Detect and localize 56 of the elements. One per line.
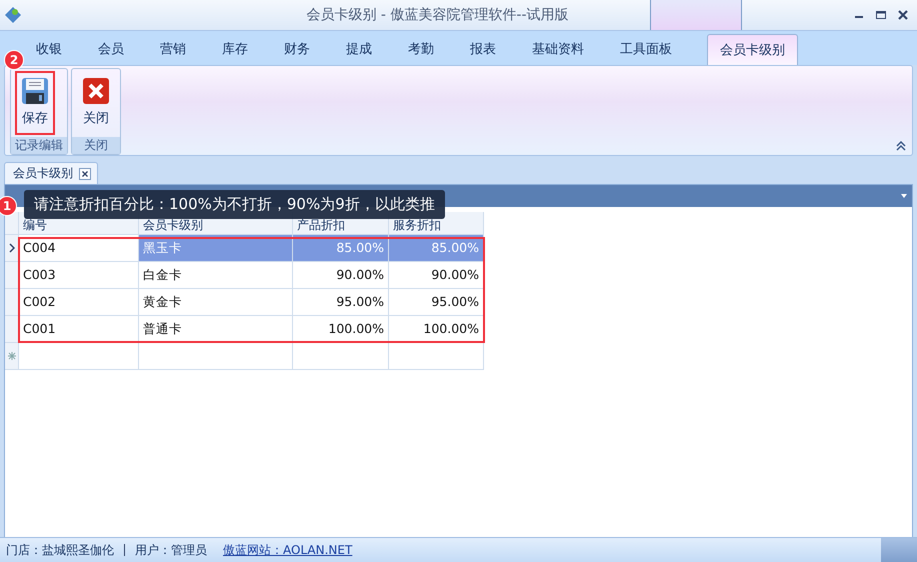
collapse-icon[interactable] xyxy=(896,141,906,151)
table-cell: C001 xyxy=(19,316,139,343)
table-cell: 90.00% xyxy=(293,262,389,289)
table-cell: 黑玉卡 xyxy=(139,235,293,262)
save-button[interactable]: 保存 xyxy=(15,71,55,135)
menu-tab[interactable]: 财务 xyxy=(266,31,328,65)
menu-tab[interactable]: 营销 xyxy=(142,31,204,65)
new-row-icon xyxy=(8,352,16,360)
table-cell: C003 xyxy=(19,262,139,289)
table-cell: 90.00% xyxy=(389,262,484,289)
table-cell: 95.00% xyxy=(389,289,484,316)
group-label: 记录编辑 xyxy=(11,137,67,154)
maximize-icon[interactable] xyxy=(875,9,887,21)
row-indicator[interactable] xyxy=(5,316,19,343)
window-title: 会员卡级别 - 傲蓝美容院管理软件--试用版 xyxy=(306,6,569,24)
table-cell: 100.00% xyxy=(389,316,484,343)
close-button[interactable]: 关闭 xyxy=(76,71,116,135)
table-cell: 白金卡 xyxy=(139,262,293,289)
close-icon xyxy=(82,77,110,105)
row-indicator[interactable] xyxy=(5,262,19,289)
empty-cell[interactable] xyxy=(293,343,389,370)
tooltip-text: 请注意折扣百分比：100%为不打折，90%为9折，以此类推 xyxy=(34,195,435,213)
store-label: 门店：盐城熙圣伽伦 xyxy=(6,542,114,558)
table-cell: 85.00% xyxy=(389,235,484,262)
menu-tab[interactable]: 库存 xyxy=(204,31,266,65)
menu-tab[interactable]: 报表 xyxy=(452,31,514,65)
empty-cell[interactable] xyxy=(389,343,484,370)
user-label: 用户：管理员 xyxy=(135,542,207,558)
annotation-marker: 1 xyxy=(0,196,17,216)
row-pointer-icon xyxy=(8,243,14,253)
menu-tab[interactable]: 考勤 xyxy=(390,31,452,65)
row-indicator[interactable] xyxy=(5,235,19,262)
menu-tab[interactable]: 工具面板 xyxy=(602,31,690,65)
table-cell: 黄金卡 xyxy=(139,289,293,316)
table-cell: 85.00% xyxy=(293,235,389,262)
app-logo-icon xyxy=(4,6,22,24)
table-cell: C002 xyxy=(19,289,139,316)
menu-tab[interactable]: 基础资料 xyxy=(514,31,602,65)
document-tab[interactable]: 会员卡级别 xyxy=(4,162,98,184)
resize-grip[interactable] xyxy=(881,538,917,562)
table-cell: 95.00% xyxy=(293,289,389,316)
website-link[interactable]: 傲蓝网站：AOLAN.NET xyxy=(223,542,352,558)
close-icon[interactable] xyxy=(897,9,909,21)
header-corner xyxy=(5,212,19,235)
empty-cell[interactable] xyxy=(139,343,293,370)
menu-tab[interactable]: 提成 xyxy=(328,31,390,65)
close-icon xyxy=(80,168,90,178)
group-label: 关闭 xyxy=(72,137,120,154)
menu-tab[interactable]: 会员卡级别 xyxy=(707,34,798,65)
table-cell: 普通卡 xyxy=(139,316,293,343)
table-cell: 100.00% xyxy=(293,316,389,343)
row-indicator[interactable] xyxy=(5,289,19,316)
close-tab-button[interactable] xyxy=(79,168,91,180)
dropdown-icon[interactable] xyxy=(900,193,908,199)
document-tab-label: 会员卡级别 xyxy=(13,165,73,182)
menu-tab[interactable]: 会员 xyxy=(80,31,142,65)
